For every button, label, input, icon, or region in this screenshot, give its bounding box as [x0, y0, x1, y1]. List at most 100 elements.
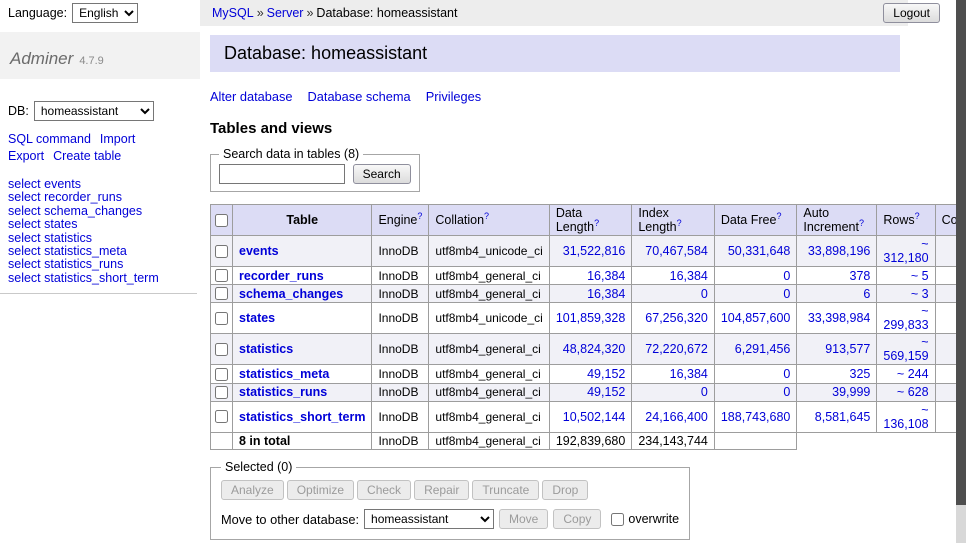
scrollbar[interactable]: [956, 0, 966, 543]
data-length-link[interactable]: 31,522,816: [563, 244, 626, 258]
rows-link[interactable]: ~ 3: [911, 287, 929, 301]
table-name-link[interactable]: recorder_runs: [239, 269, 324, 283]
sidebar-table-select-schema-changes[interactable]: select schema_changes: [8, 205, 192, 218]
row-checkbox[interactable]: [215, 312, 228, 325]
data-length-link[interactable]: 10,502,144: [563, 410, 626, 424]
help-link[interactable]: ?: [915, 211, 920, 221]
sidebar-table-select-recorder-runs[interactable]: select recorder_runs: [8, 191, 192, 204]
overwrite-checkbox[interactable]: [611, 513, 624, 526]
auto-increment-link[interactable]: 8,581,645: [815, 410, 871, 424]
index-length-link[interactable]: 72,220,672: [645, 342, 708, 356]
data-length-link[interactable]: 49,152: [587, 385, 625, 399]
auto-increment-link[interactable]: 39,999: [832, 385, 870, 399]
index-length-link[interactable]: 0: [701, 287, 708, 301]
auto-increment-link[interactable]: 33,398,984: [808, 311, 871, 325]
rows-link[interactable]: ~ 5: [911, 269, 929, 283]
select-all-checkbox[interactable]: [215, 214, 228, 227]
table-name-link[interactable]: statistics_runs: [239, 385, 327, 399]
sidebar-table-select-states[interactable]: select states: [8, 218, 192, 231]
overwrite-label[interactable]: overwrite: [610, 512, 679, 527]
rows-link[interactable]: ~ 569,159: [883, 335, 928, 363]
auto-increment-link[interactable]: 325: [850, 367, 871, 381]
move-database-select[interactable]: homeassistant: [364, 509, 494, 529]
auto-increment-link[interactable]: 33,898,196: [808, 244, 871, 258]
help-link[interactable]: ?: [594, 218, 599, 228]
auto-increment-link[interactable]: 913,577: [825, 342, 870, 356]
rows-link[interactable]: ~ 299,833: [883, 304, 928, 332]
analyze-button[interactable]: Analyze: [221, 480, 284, 500]
scrollbar-thumb[interactable]: [956, 0, 966, 505]
index-length-link[interactable]: 24,166,400: [645, 410, 708, 424]
help-link[interactable]: ?: [417, 211, 422, 221]
language-select[interactable]: English: [72, 3, 138, 23]
index-length-link[interactable]: 16,384: [670, 269, 708, 283]
row-checkbox[interactable]: [215, 245, 228, 258]
sidebar-table-select-statistics-meta[interactable]: select statistics_meta: [8, 245, 192, 258]
db-action-privileges[interactable]: Privileges: [426, 89, 481, 104]
sidebar-link-create-table[interactable]: Create table: [53, 149, 121, 163]
search-input[interactable]: [219, 164, 345, 184]
index-length-link[interactable]: 70,467,584: [645, 244, 708, 258]
row-checkbox[interactable]: [215, 368, 228, 381]
adminer-brand-link[interactable]: Adminer: [10, 49, 73, 68]
row-checkbox[interactable]: [215, 386, 228, 399]
logout-button[interactable]: Logout: [883, 3, 940, 23]
table-name-link[interactable]: statistics_meta: [239, 367, 329, 381]
data-length-link[interactable]: 48,824,320: [563, 342, 626, 356]
rows-link[interactable]: ~ 244: [897, 367, 929, 381]
sidebar-link-import[interactable]: Import: [100, 132, 135, 146]
help-link[interactable]: ?: [776, 211, 781, 221]
table-name-link[interactable]: statistics_short_term: [239, 410, 365, 424]
repair-button[interactable]: Repair: [414, 480, 469, 500]
sidebar-table-select-events[interactable]: select events: [8, 178, 192, 191]
sidebar-link-sql-command[interactable]: SQL command: [8, 132, 91, 146]
data-free-link[interactable]: 188,743,680: [721, 410, 791, 424]
index-length-link[interactable]: 0: [701, 385, 708, 399]
data-free-link[interactable]: 104,857,600: [721, 311, 791, 325]
data-free-link[interactable]: 0: [783, 367, 790, 381]
rows-link[interactable]: ~ 136,108: [883, 403, 928, 431]
rows-link[interactable]: ~ 312,180: [883, 237, 928, 265]
table-name-link[interactable]: statistics: [239, 342, 293, 356]
help-link[interactable]: ?: [484, 211, 489, 221]
optimize-button[interactable]: Optimize: [287, 480, 354, 500]
data-free-link[interactable]: 0: [783, 287, 790, 301]
data-free-link[interactable]: 6,291,456: [735, 342, 791, 356]
auto-increment-link[interactable]: 6: [863, 287, 870, 301]
db-select[interactable]: homeassistant: [34, 101, 154, 121]
breadcrumb-server-link[interactable]: Server: [267, 6, 304, 20]
auto-increment-link[interactable]: 378: [850, 269, 871, 283]
row-checkbox[interactable]: [215, 269, 228, 282]
sidebar-table-select-statistics-short-term[interactable]: select statistics_short_term: [8, 272, 192, 285]
help-link[interactable]: ?: [677, 218, 682, 228]
sidebar-link-export[interactable]: Export: [8, 149, 44, 163]
check-button[interactable]: Check: [357, 480, 411, 500]
drop-button[interactable]: Drop: [542, 480, 588, 500]
index-length-link[interactable]: 16,384: [670, 367, 708, 381]
truncate-button[interactable]: Truncate: [472, 480, 539, 500]
index-length-link[interactable]: 67,256,320: [645, 311, 708, 325]
db-action-database-schema[interactable]: Database schema: [308, 89, 411, 104]
rows-link[interactable]: ~ 628: [897, 385, 929, 399]
data-free-link[interactable]: 50,331,648: [728, 244, 791, 258]
row-checkbox[interactable]: [215, 343, 228, 356]
data-length-link[interactable]: 101,859,328: [556, 311, 626, 325]
data-length-link[interactable]: 16,384: [587, 287, 625, 301]
row-checkbox[interactable]: [215, 287, 228, 300]
data-free-link[interactable]: 0: [783, 269, 790, 283]
search-button[interactable]: Search: [353, 164, 411, 184]
table-name-link[interactable]: states: [239, 311, 275, 325]
table-name-link[interactable]: events: [239, 244, 279, 258]
data-length-link[interactable]: 16,384: [587, 269, 625, 283]
table-name-link[interactable]: schema_changes: [239, 287, 343, 301]
row-checkbox[interactable]: [215, 410, 228, 423]
help-link[interactable]: ?: [859, 218, 864, 228]
sidebar-table-select-statistics-runs[interactable]: select statistics_runs: [8, 258, 192, 271]
db-action-alter-database[interactable]: Alter database: [210, 89, 293, 104]
data-length-link[interactable]: 49,152: [587, 367, 625, 381]
move-button[interactable]: Move: [499, 509, 548, 529]
sidebar-table-select-statistics[interactable]: select statistics: [8, 232, 192, 245]
copy-button[interactable]: Copy: [553, 509, 601, 529]
breadcrumb-mysql-link[interactable]: MySQL: [212, 6, 254, 20]
data-free-link[interactable]: 0: [783, 385, 790, 399]
